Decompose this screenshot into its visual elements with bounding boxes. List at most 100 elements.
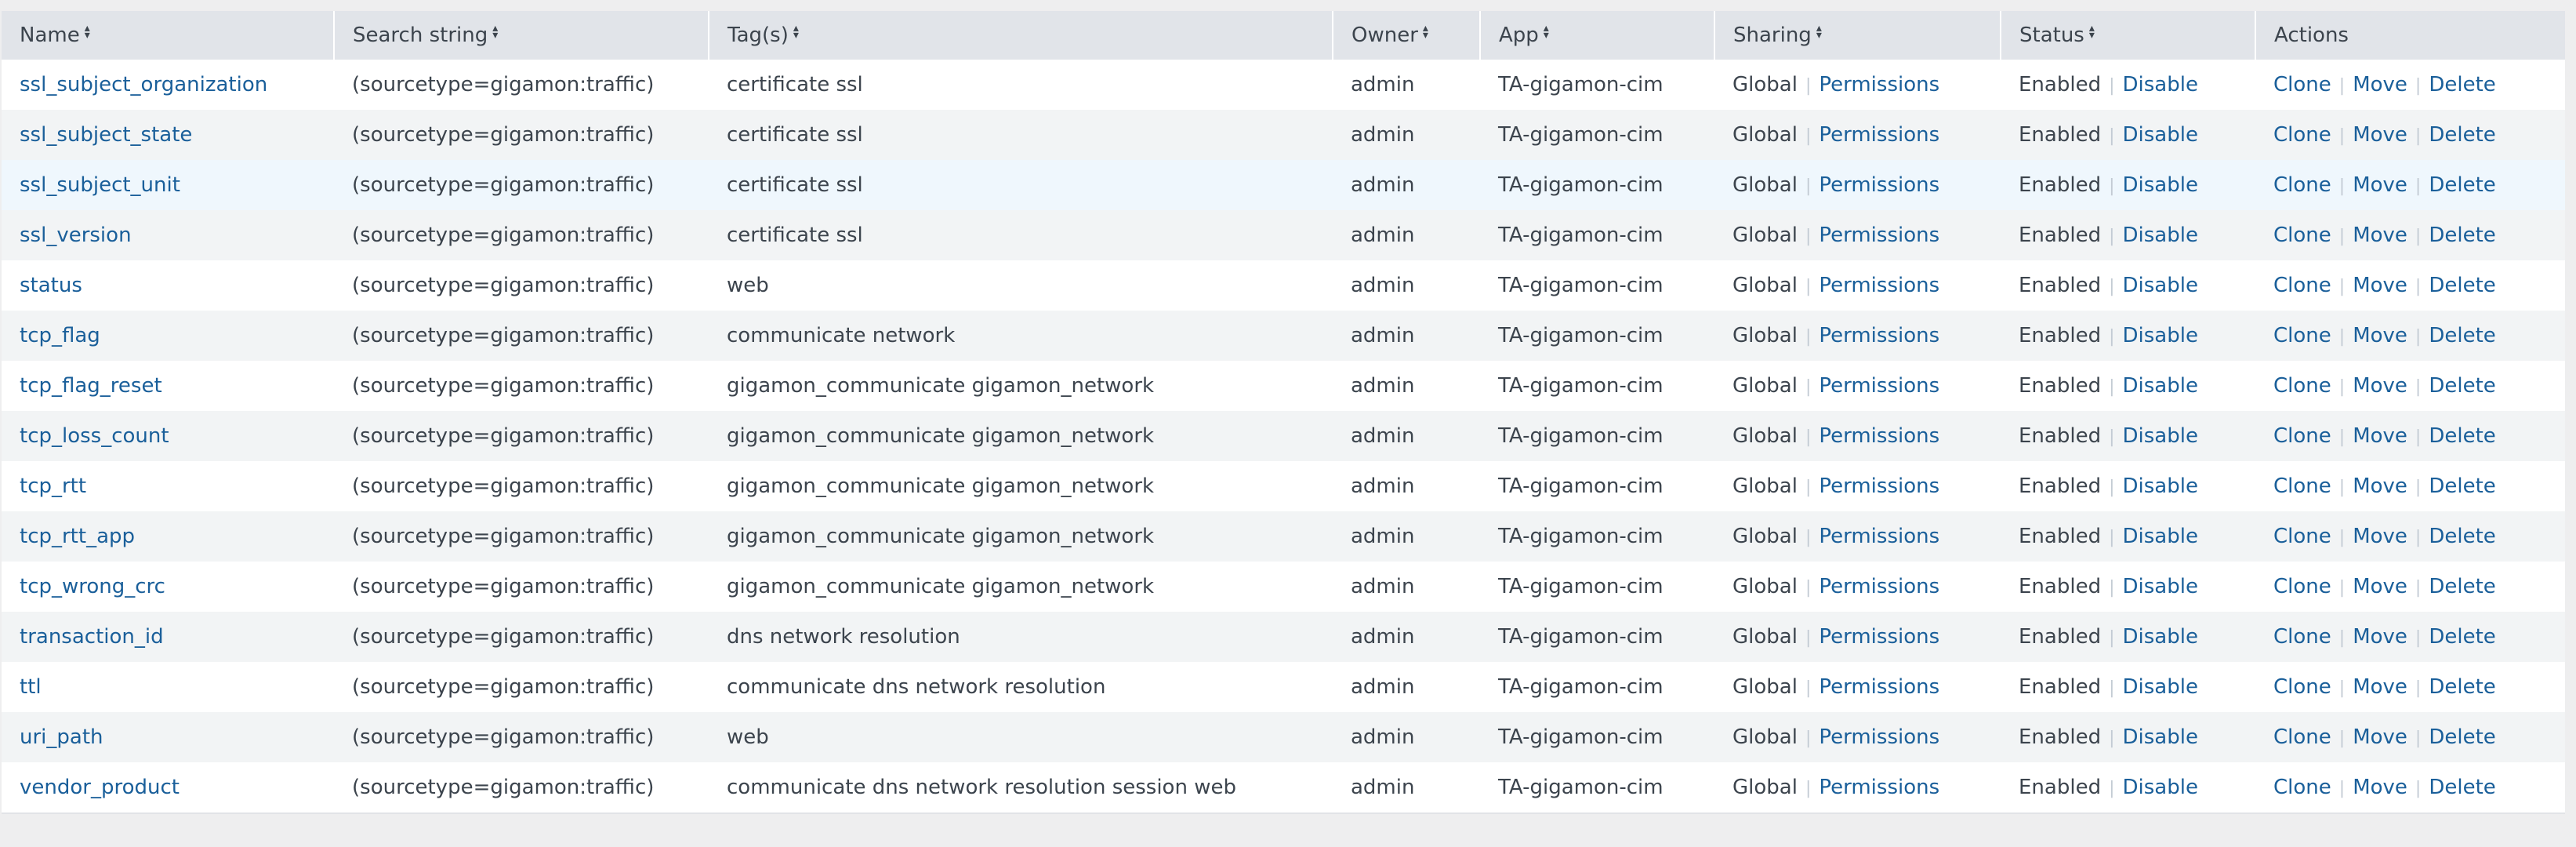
delete-link[interactable]: Delete — [2429, 625, 2495, 649]
column-header-status[interactable]: Status ▴ ▾ — [2001, 11, 2256, 60]
permissions-link[interactable]: Permissions — [1819, 675, 1939, 699]
move-link[interactable]: Move — [2353, 123, 2407, 147]
sharing-cell: Global | Permissions — [1714, 411, 2001, 461]
permissions-link[interactable]: Permissions — [1819, 776, 1939, 799]
alias-name-link[interactable]: transaction_id — [20, 625, 164, 649]
delete-link[interactable]: Delete — [2429, 424, 2495, 448]
delete-link[interactable]: Delete — [2429, 675, 2495, 699]
alias-name-link[interactable]: uri_path — [20, 725, 103, 749]
move-link[interactable]: Move — [2353, 224, 2407, 247]
disable-link[interactable]: Disable — [2123, 274, 2198, 297]
move-link[interactable]: Move — [2353, 274, 2407, 297]
clone-link[interactable]: Clone — [2273, 324, 2331, 347]
permissions-link[interactable]: Permissions — [1819, 73, 1939, 96]
permissions-link[interactable]: Permissions — [1819, 474, 1939, 498]
permissions-link[interactable]: Permissions — [1819, 123, 1939, 147]
move-link[interactable]: Move — [2353, 424, 2407, 448]
column-header-sharing[interactable]: Sharing ▴ ▾ — [1714, 11, 2001, 60]
clone-link[interactable]: Clone — [2273, 675, 2331, 699]
clone-link[interactable]: Clone — [2273, 374, 2331, 398]
delete-link[interactable]: Delete — [2429, 224, 2495, 247]
move-link[interactable]: Move — [2353, 73, 2407, 96]
delete-link[interactable]: Delete — [2429, 474, 2495, 498]
move-link[interactable]: Move — [2353, 525, 2407, 548]
disable-link[interactable]: Disable — [2123, 474, 2198, 498]
delete-link[interactable]: Delete — [2429, 725, 2495, 749]
alias-name-link[interactable]: ssl_subject_state — [20, 123, 192, 147]
move-link[interactable]: Move — [2353, 474, 2407, 498]
delete-link[interactable]: Delete — [2429, 525, 2495, 548]
alias-name-link[interactable]: ssl_subject_organization — [20, 73, 267, 96]
clone-link[interactable]: Clone — [2273, 776, 2331, 799]
alias-name-link[interactable]: ssl_subject_unit — [20, 173, 180, 197]
clone-link[interactable]: Clone — [2273, 73, 2331, 96]
delete-link[interactable]: Delete — [2429, 324, 2495, 347]
disable-link[interactable]: Disable — [2123, 776, 2198, 799]
permissions-link[interactable]: Permissions — [1819, 173, 1939, 197]
move-link[interactable]: Move — [2353, 776, 2407, 799]
permissions-link[interactable]: Permissions — [1819, 725, 1939, 749]
disable-link[interactable]: Disable — [2123, 123, 2198, 147]
tags-cell: certificate ssl — [709, 160, 1333, 210]
delete-link[interactable]: Delete — [2429, 123, 2495, 147]
disable-link[interactable]: Disable — [2123, 173, 2198, 197]
move-link[interactable]: Move — [2353, 575, 2407, 598]
permissions-link[interactable]: Permissions — [1819, 224, 1939, 247]
disable-link[interactable]: Disable — [2123, 374, 2198, 398]
move-link[interactable]: Move — [2353, 173, 2407, 197]
delete-link[interactable]: Delete — [2429, 274, 2495, 297]
clone-link[interactable]: Clone — [2273, 224, 2331, 247]
disable-link[interactable]: Disable — [2123, 725, 2198, 749]
clone-link[interactable]: Clone — [2273, 173, 2331, 197]
disable-link[interactable]: Disable — [2123, 73, 2198, 96]
clone-link[interactable]: Clone — [2273, 525, 2331, 548]
alias-name-link[interactable]: status — [20, 274, 82, 297]
clone-link[interactable]: Clone — [2273, 123, 2331, 147]
alias-name-link[interactable]: tcp_rtt_app — [20, 525, 135, 548]
alias-name-link[interactable]: ssl_version — [20, 224, 132, 247]
move-link[interactable]: Move — [2353, 625, 2407, 649]
delete-link[interactable]: Delete — [2429, 173, 2495, 197]
permissions-link[interactable]: Permissions — [1819, 575, 1939, 598]
alias-name-link[interactable]: tcp_flag — [20, 324, 100, 347]
alias-name-link[interactable]: ttl — [20, 675, 42, 699]
disable-link[interactable]: Disable — [2123, 424, 2198, 448]
alias-name-link[interactable]: tcp_rtt — [20, 474, 86, 498]
disable-link[interactable]: Disable — [2123, 525, 2198, 548]
disable-link[interactable]: Disable — [2123, 324, 2198, 347]
move-link[interactable]: Move — [2353, 324, 2407, 347]
clone-link[interactable]: Clone — [2273, 424, 2331, 448]
disable-link[interactable]: Disable — [2123, 575, 2198, 598]
disable-link[interactable]: Disable — [2123, 224, 2198, 247]
move-link[interactable]: Move — [2353, 675, 2407, 699]
clone-link[interactable]: Clone — [2273, 575, 2331, 598]
alias-name-link[interactable]: tcp_wrong_crc — [20, 575, 165, 598]
delete-link[interactable]: Delete — [2429, 776, 2495, 799]
column-header-app[interactable]: App ▴ ▾ — [1480, 11, 1715, 60]
move-link[interactable]: Move — [2353, 725, 2407, 749]
delete-link[interactable]: Delete — [2429, 73, 2495, 96]
clone-link[interactable]: Clone — [2273, 274, 2331, 297]
permissions-link[interactable]: Permissions — [1819, 424, 1939, 448]
delete-link[interactable]: Delete — [2429, 575, 2495, 598]
alias-name-link[interactable]: tcp_flag_reset — [20, 374, 162, 398]
permissions-link[interactable]: Permissions — [1819, 274, 1939, 297]
alias-name-link[interactable]: tcp_loss_count — [20, 424, 169, 448]
column-header-name[interactable]: Name ▴ ▾ — [2, 11, 335, 60]
permissions-link[interactable]: Permissions — [1819, 625, 1939, 649]
permissions-link[interactable]: Permissions — [1819, 324, 1939, 347]
permissions-link[interactable]: Permissions — [1819, 374, 1939, 398]
disable-link[interactable]: Disable — [2123, 675, 2198, 699]
disable-link[interactable]: Disable — [2123, 625, 2198, 649]
column-header-owner[interactable]: Owner ▴ ▾ — [1333, 11, 1481, 60]
delete-link[interactable]: Delete — [2429, 374, 2495, 398]
clone-link[interactable]: Clone — [2273, 725, 2331, 749]
clone-link[interactable]: Clone — [2273, 625, 2331, 649]
column-header-search-string[interactable]: Search string ▴ ▾ — [334, 11, 709, 60]
column-header-tags[interactable]: Tag(s) ▴ ▾ — [709, 11, 1333, 60]
clone-link[interactable]: Clone — [2273, 474, 2331, 498]
table-body: ssl_subject_organization (sourcetype=gig… — [2, 60, 2565, 812]
permissions-link[interactable]: Permissions — [1819, 525, 1939, 548]
move-link[interactable]: Move — [2353, 374, 2407, 398]
alias-name-link[interactable]: vendor_product — [20, 776, 180, 799]
